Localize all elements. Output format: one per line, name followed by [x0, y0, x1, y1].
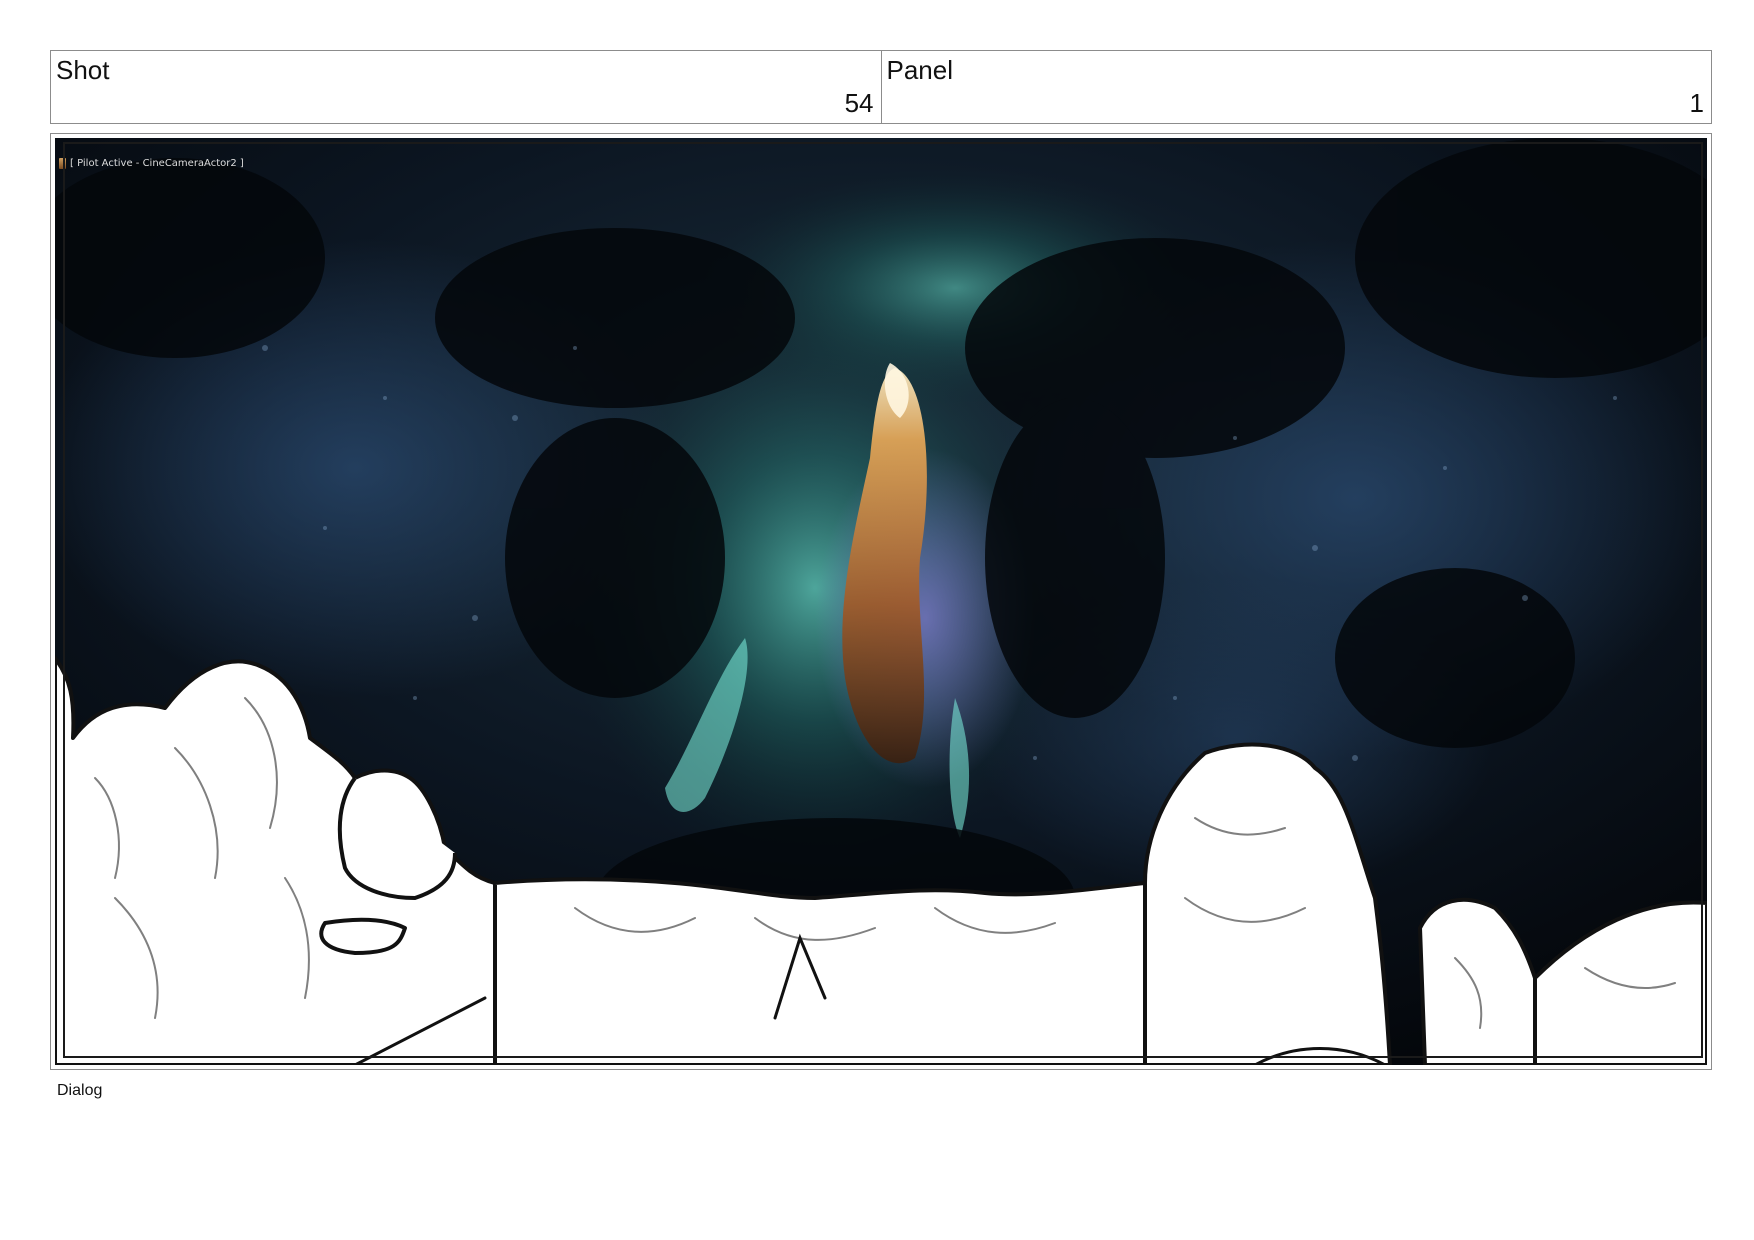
- shot-cell: Shot 54: [51, 51, 881, 123]
- viewport-overlay: [ Pilot Active - CineCameraActor2 ]: [59, 158, 244, 169]
- panel-image: [ Pilot Active - CineCameraActor2 ]: [55, 138, 1707, 1065]
- shot-label: Shot: [56, 55, 110, 85]
- viewport-overlay-text: [ Pilot Active - CineCameraActor2 ]: [70, 158, 244, 169]
- panel-number: 1: [1689, 88, 1704, 118]
- storyboard-panel: [ Pilot Active - CineCameraActor2 ]: [50, 133, 1712, 1070]
- panel-cell: Panel 1: [880, 51, 1712, 123]
- panel-label: Panel: [886, 55, 954, 85]
- dialog-label: Dialog: [57, 1082, 103, 1099]
- camera-actor-icon: [59, 158, 66, 169]
- shot-header-table: Shot 54 Panel 1: [50, 50, 1712, 124]
- cave-scene-illustration: [55, 138, 1707, 1065]
- shot-number: 54: [844, 88, 874, 118]
